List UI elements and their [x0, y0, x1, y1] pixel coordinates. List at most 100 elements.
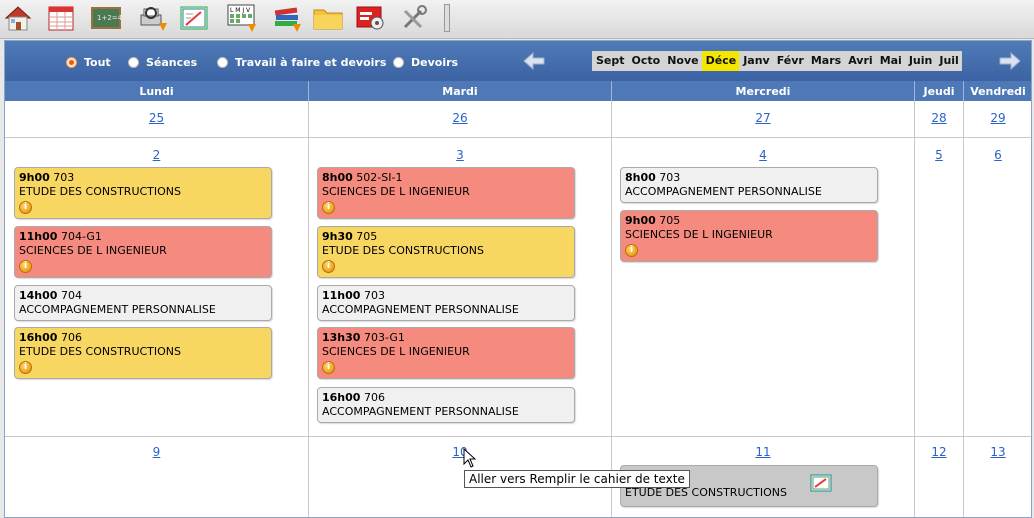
- day-cell[interactable]: 29: [964, 101, 1031, 138]
- month-octo[interactable]: Octo: [628, 51, 664, 71]
- session-card[interactable]: 14h00 704 ACCOMPAGNEMENT PERSONNALISE: [14, 285, 272, 321]
- day-number-link[interactable]: 9: [5, 445, 308, 459]
- info-icon[interactable]: i: [322, 260, 335, 273]
- session-card[interactable]: 9h00 703 ETUDE DES CONSTRUCTIONS i: [14, 167, 272, 219]
- month-fevr[interactable]: Févr: [773, 51, 807, 71]
- day-cell[interactable]: 2 9h00 703 ETUDE DES CONSTRUCTIONS i 11h00…: [5, 138, 309, 437]
- session-subject: ETUDE DES CONSTRUCTIONS: [19, 185, 182, 198]
- day-number-link[interactable]: 13: [964, 445, 1031, 459]
- filter-sessions[interactable]: Séances: [128, 54, 197, 70]
- filter-bar: Tout Séances Travail à faire et devoirs …: [5, 41, 1031, 81]
- session-card[interactable]: 9h00 705 SCIENCES DE L INGENIEUR i: [620, 210, 878, 262]
- session-card[interactable]: 11h00 703 ACCOMPAGNEMENT PERSONNALISE: [317, 285, 575, 321]
- session-time: 11h00: [19, 230, 58, 243]
- day-number-link[interactable]: 10: [309, 445, 611, 459]
- session-group: 703: [363, 289, 385, 302]
- session-subject: ACCOMPAGNEMENT PERSONNALISE: [322, 303, 519, 316]
- day-cell[interactable]: 3 8h00 502-SI-1 SCIENCES DE L INGENIEUR i …: [309, 138, 612, 437]
- day-cell[interactable]: 28: [915, 101, 964, 138]
- day-number-link[interactable]: 27: [612, 111, 914, 125]
- session-card[interactable]: 16h00 706 ACCOMPAGNEMENT PERSONNALISE: [317, 387, 575, 423]
- day-cell[interactable]: 12: [915, 437, 964, 517]
- session-card[interactable]: 8h00 502-SI-1 SCIENCES DE L INGENIEUR i: [317, 167, 575, 219]
- calendar-icon[interactable]: [45, 3, 77, 33]
- info-icon[interactable]: i: [19, 361, 32, 374]
- day-number-link[interactable]: 28: [915, 111, 963, 125]
- day-number-link[interactable]: 5: [915, 148, 963, 162]
- radio-icon[interactable]: [393, 56, 404, 68]
- day-number-link[interactable]: 25: [5, 111, 308, 125]
- day-cell[interactable]: 26: [309, 101, 612, 138]
- day-number-link[interactable]: 6: [964, 148, 1031, 162]
- toolbar-separator[interactable]: [444, 4, 450, 32]
- svg-text:1+2=4: 1+2=4: [97, 14, 122, 22]
- day-cell[interactable]: 27: [612, 101, 915, 138]
- info-icon[interactable]: i: [322, 361, 335, 374]
- settings-card-icon[interactable]: [355, 3, 387, 33]
- day-cell[interactable]: 6: [964, 138, 1031, 437]
- session-subject: ACCOMPAGNEMENT PERSONNALISE: [19, 303, 216, 316]
- day-number-link[interactable]: 3: [309, 148, 611, 162]
- day-number-link[interactable]: 29: [964, 111, 1031, 125]
- search-print-icon[interactable]: [137, 3, 169, 33]
- month-avri[interactable]: Avri: [844, 51, 876, 71]
- session-card[interactable]: 16h00 706 ETUDE DES CONSTRUCTIONS i: [14, 327, 272, 379]
- info-icon[interactable]: i: [322, 201, 335, 214]
- session-time: 8h00: [625, 171, 656, 184]
- month-janv[interactable]: Janv: [739, 51, 773, 71]
- top-toolbar: 1+2=4 L M J V: [0, 0, 1034, 39]
- month-dece[interactable]: Déce: [701, 51, 740, 71]
- home-icon[interactable]: [2, 3, 34, 33]
- week-schedule-icon[interactable]: L M J V: [226, 3, 258, 33]
- session-card[interactable]: 11h00 704-G1 SCIENCES DE L INGENIEUR i: [14, 226, 272, 278]
- session-subject: ETUDE DES CONSTRUCTIONS: [322, 244, 485, 257]
- session-group: 704-G1: [60, 230, 102, 243]
- header-monday: Lundi: [5, 81, 309, 101]
- radio-icon[interactable]: [128, 56, 139, 68]
- day-cell[interactable]: 13: [964, 437, 1031, 517]
- filter-homework[interactable]: Devoirs: [393, 54, 458, 70]
- tooltip: Aller vers Remplir le cahier de texte: [464, 470, 690, 488]
- tools-icon[interactable]: [398, 3, 430, 33]
- previous-arrow-icon[interactable]: [523, 52, 545, 70]
- session-card[interactable]: 8h00 703 ACCOMPAGNEMENT PERSONNALISE: [620, 167, 878, 203]
- month-juin[interactable]: Juin: [905, 51, 936, 71]
- session-group: 705: [356, 230, 378, 243]
- edit-textbook-icon[interactable]: [810, 474, 832, 492]
- session-subject: ACCOMPAGNEMENT PERSONNALISE: [625, 185, 822, 198]
- day-number-link[interactable]: 11: [612, 445, 914, 459]
- filter-work-label: Travail à faire et devoirs: [235, 55, 387, 69]
- session-subject: SCIENCES DE L INGENIEUR: [322, 185, 470, 198]
- next-arrow-icon[interactable]: [999, 52, 1021, 70]
- header-friday: Vendredi: [964, 81, 1031, 101]
- month-nove[interactable]: Nove: [663, 51, 701, 71]
- radio-selected-icon[interactable]: [66, 56, 77, 68]
- month-mars[interactable]: Mars: [807, 51, 844, 71]
- info-icon[interactable]: i: [19, 201, 32, 214]
- day-cell[interactable]: 25: [5, 101, 309, 138]
- day-cell[interactable]: 9: [5, 437, 309, 517]
- day-number-link[interactable]: 4: [612, 148, 914, 162]
- info-icon[interactable]: i: [19, 260, 32, 273]
- filter-work[interactable]: Travail à faire et devoirs: [217, 54, 386, 70]
- header-thursday: Jeudi: [915, 81, 964, 101]
- filter-sessions-label: Séances: [146, 55, 198, 69]
- chalkboard-icon[interactable]: 1+2=4: [90, 3, 122, 33]
- month-mai[interactable]: Mai: [876, 51, 905, 71]
- books-icon[interactable]: [272, 3, 304, 33]
- session-card[interactable]: 9h30 705 ETUDE DES CONSTRUCTIONS i: [317, 226, 575, 278]
- day-cell[interactable]: 4 8h00 703 ACCOMPAGNEMENT PERSONNALISE 9h…: [612, 138, 915, 437]
- day-number-link[interactable]: 26: [309, 111, 611, 125]
- day-number-link[interactable]: 12: [915, 445, 963, 459]
- day-number-link[interactable]: 2: [5, 148, 308, 162]
- filter-all[interactable]: Tout: [66, 54, 111, 70]
- info-icon[interactable]: i: [625, 244, 638, 257]
- edit-doc-icon[interactable]: [178, 3, 210, 33]
- month-sept[interactable]: Sept: [592, 51, 628, 71]
- folder-icon[interactable]: [312, 3, 344, 33]
- session-time: 8h00: [322, 171, 353, 184]
- day-cell[interactable]: 5: [915, 138, 964, 437]
- radio-icon[interactable]: [217, 56, 228, 68]
- month-juil[interactable]: Juil: [935, 51, 961, 71]
- session-card[interactable]: 13h30 703-G1 SCIENCES DE L INGENIEUR i: [317, 327, 575, 379]
